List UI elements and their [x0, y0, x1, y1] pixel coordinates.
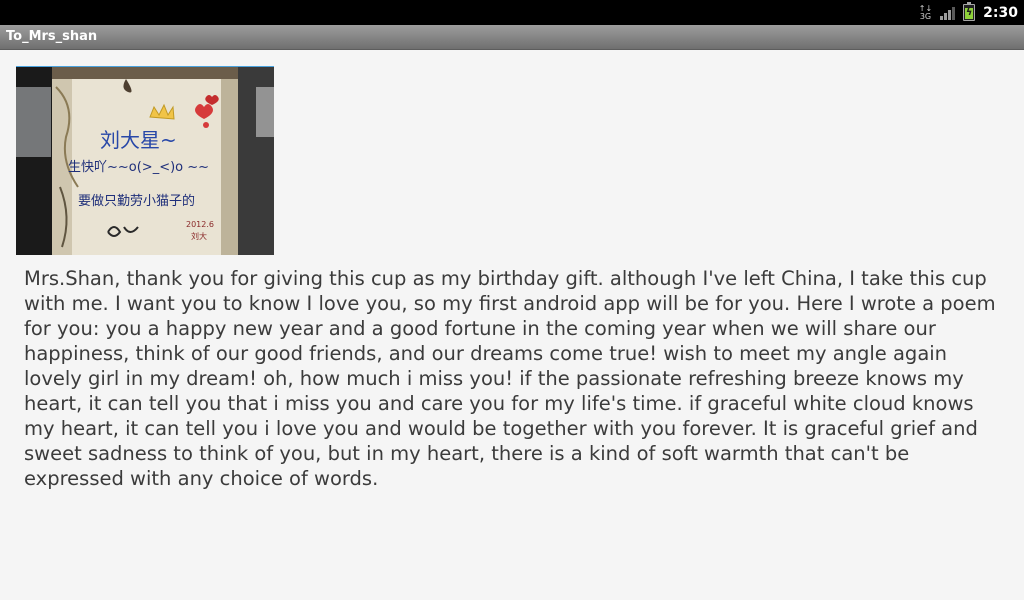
clock: 2:30 — [983, 4, 1018, 21]
svg-text:刘大: 刘大 — [191, 231, 207, 241]
status-icons: ↑↓ 3G ϟ 2:30 — [919, 0, 1018, 25]
svg-text:刘大星~: 刘大星~ — [100, 128, 177, 152]
svg-text:2012.6: 2012.6 — [186, 220, 214, 229]
signal-strength-icon — [940, 6, 956, 20]
message-text: Mrs.Shan, thank you for giving this cup … — [24, 267, 996, 490]
app-title: To_Mrs_shan — [6, 29, 98, 44]
svg-text:要做只勤劳小猫子的: 要做只勤劳小猫子的 — [78, 193, 195, 209]
title-bar: To_Mrs_shan — [0, 25, 1024, 50]
battery-icon: ϟ — [963, 2, 976, 21]
cup-photo-image: 刘大星~ 生快吖~~o(>_<)o ~~ 要做只勤劳小猫子的 2012.6 刘大 — [16, 67, 274, 255]
svg-text:生快吖~~o(>_<)o ~~: 生快吖~~o(>_<)o ~~ — [68, 160, 209, 175]
network-type-indicator: ↑↓ 3G — [918, 3, 933, 21]
status-bar: ↑↓ 3G ϟ 2:30 — [0, 0, 1024, 25]
cup-photo: 刘大星~ 生快吖~~o(>_<)o ~~ 要做只勤劳小猫子的 2012.6 刘大 — [16, 66, 274, 255]
